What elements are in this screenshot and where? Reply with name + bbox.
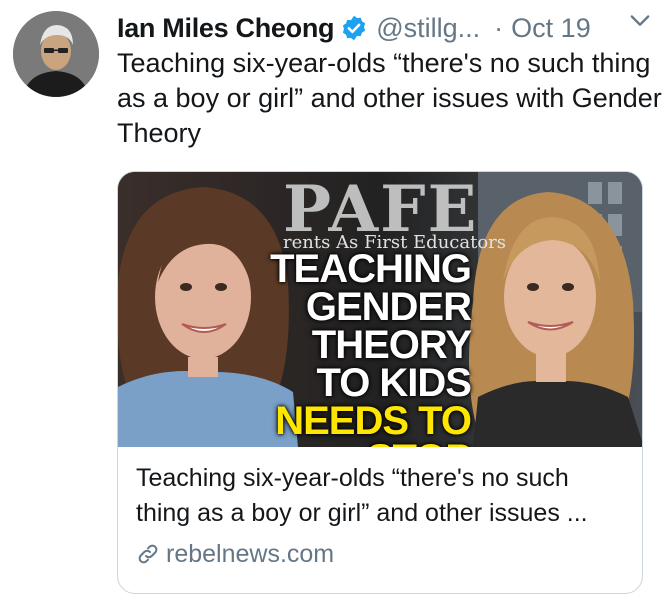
tweet[interactable]: Ian Miles Cheong @stillg... · Oct 19 Tea… [0,0,672,600]
chevron-down-icon[interactable] [626,6,654,34]
link-card[interactable]: PAFE rents As First Educators TEACHING G… [117,171,643,594]
headline-white: TEACHING GENDER THEORY TO KIDS [270,247,472,405]
display-name[interactable]: Ian Miles Cheong [117,13,335,44]
link-icon [136,542,160,566]
separator-dot: · [494,12,504,43]
card-source[interactable]: rebelnews.com [136,537,334,571]
card-image-headline: TEACHING GENDER THEORY TO KIDS NEEDS TO … [268,247,472,447]
tweet-date[interactable]: Oct 19 [511,13,591,44]
avatar[interactable] [13,11,99,97]
card-source-domain: rebelnews.com [166,539,335,568]
tweet-text: Teaching six-year-olds “there's no such … [117,48,662,148]
card-image[interactable]: PAFE rents As First Educators TEACHING G… [118,172,642,447]
card-title[interactable]: Teaching six-year-olds “there's no such … [136,461,626,531]
tweet-header: Ian Miles Cheong @stillg... · Oct 19 [117,8,652,48]
verified-badge-icon [340,14,368,42]
author-handle[interactable]: @stillg... [376,13,480,44]
